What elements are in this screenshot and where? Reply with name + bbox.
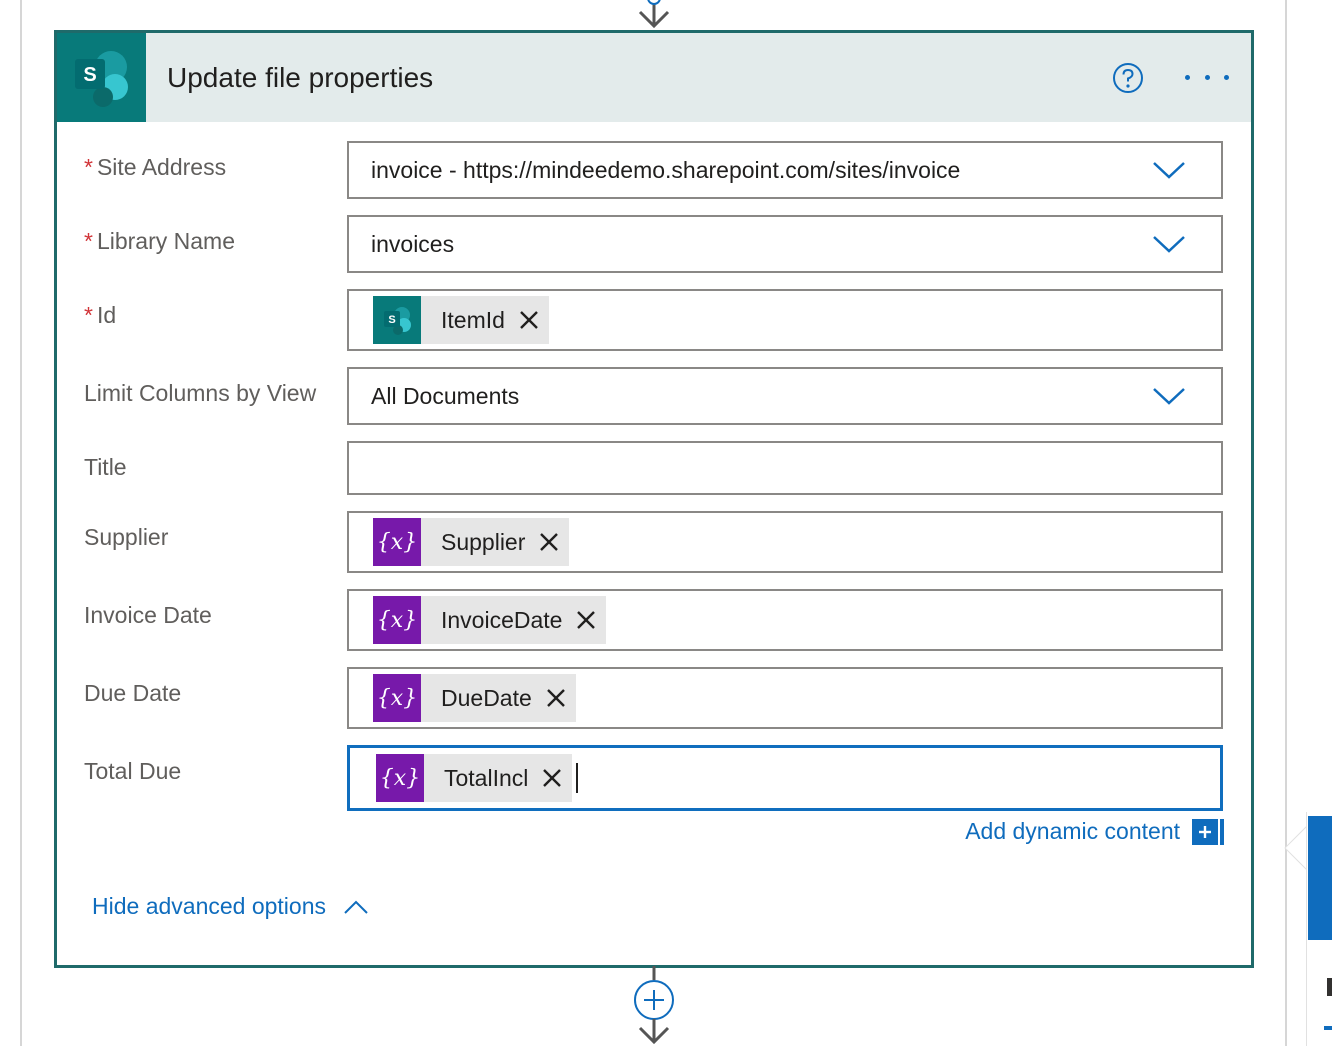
svg-text:S: S [388, 314, 395, 326]
token-label: InvoiceDate [441, 606, 563, 633]
chevron-down-icon[interactable] [1151, 159, 1187, 181]
required-marker: * [84, 154, 93, 180]
supplier-token[interactable]: {x} Supplier [373, 518, 570, 566]
flow-arrow-down-icon [638, 0, 670, 29]
total-due-field[interactable]: {x} TotalIncl [347, 745, 1223, 811]
close-icon[interactable] [572, 606, 600, 634]
required-marker: * [84, 228, 93, 254]
site-address-dropdown[interactable]: invoice - https://mindeedemo.sharepoint.… [347, 141, 1223, 199]
ellipsis-icon[interactable] [1185, 72, 1229, 84]
supplier-label: Supplier [84, 524, 169, 550]
plus-icon[interactable] [1192, 818, 1224, 845]
title-label: Title [84, 454, 127, 480]
chevron-down-icon[interactable] [1151, 233, 1187, 255]
token-label: Supplier [441, 528, 526, 555]
token-label: TotalIncl [444, 764, 529, 791]
limit-columns-label: Limit Columns by View [84, 380, 317, 406]
variable-icon: {x} [373, 518, 421, 566]
card-header[interactable]: S Update file properties [57, 33, 1251, 122]
dynamic-content-panel-header [1308, 816, 1332, 940]
site-address-value: invoice - https://mindeedemo.sharepoint.… [371, 156, 961, 183]
sharepoint-logo-icon: S [57, 33, 146, 122]
close-icon[interactable] [515, 306, 543, 334]
dynamic-content-panel-accent [1324, 1026, 1332, 1030]
invoice-date-label: Invoice Date [84, 602, 212, 628]
token-label: DueDate [441, 684, 532, 711]
close-icon[interactable] [542, 684, 570, 712]
site-address-label: * Site Address [84, 154, 227, 180]
variable-icon: {x} [373, 596, 421, 644]
dynamic-content-panel-text [1327, 978, 1332, 996]
canvas-rail-right [1285, 0, 1287, 1046]
limit-columns-dropdown[interactable]: All Documents [347, 367, 1223, 425]
supplier-field[interactable]: {x} Supplier [347, 511, 1223, 573]
title-input[interactable] [347, 441, 1223, 495]
id-label: * Id [84, 302, 117, 328]
question-circle-icon[interactable] [1111, 61, 1145, 95]
due-date-field[interactable]: {x} DueDate [347, 667, 1223, 729]
variable-icon: {x} [376, 754, 424, 802]
chevron-down-icon[interactable] [1151, 385, 1187, 407]
library-name-label: * Library Name [84, 228, 235, 254]
item-id-token[interactable]: S ItemId [373, 296, 549, 344]
token-label: ItemId [441, 306, 505, 333]
hide-advanced-options[interactable]: Hide advanced options [92, 893, 370, 920]
total-due-label: Total Due [84, 758, 182, 784]
close-icon[interactable] [535, 528, 563, 556]
due-date-token[interactable]: {x} DueDate [373, 674, 576, 722]
variable-icon: {x} [373, 674, 421, 722]
id-field[interactable]: S ItemId [347, 289, 1223, 351]
library-name-dropdown[interactable]: invoices [347, 215, 1223, 273]
add-step-connector[interactable] [628, 966, 680, 1046]
due-date-label: Due Date [84, 680, 182, 706]
svg-text:S: S [83, 64, 96, 86]
canvas-rail-left [20, 0, 22, 1046]
add-dynamic-content-link[interactable]: Add dynamic content [965, 818, 1180, 845]
close-icon[interactable] [538, 764, 566, 792]
text-cursor [576, 763, 579, 793]
chevron-up-icon[interactable] [342, 898, 370, 916]
total-incl-token[interactable]: {x} TotalIncl [376, 754, 573, 802]
action-card: S Update file properties * Site Address i… [54, 30, 1254, 968]
add-dynamic-content[interactable]: Add dynamic content [965, 818, 1224, 845]
required-marker: * [84, 302, 93, 328]
invoice-date-field[interactable]: {x} InvoiceDate [347, 589, 1223, 651]
limit-columns-value: All Documents [371, 382, 520, 409]
flyout-pointer [1284, 825, 1307, 871]
hide-advanced-options-link[interactable]: Hide advanced options [92, 893, 326, 920]
invoice-date-token[interactable]: {x} InvoiceDate [373, 596, 607, 644]
card-title: Update file properties [167, 61, 434, 93]
library-name-value: invoices [371, 230, 455, 257]
sharepoint-token-icon: S [373, 296, 421, 344]
